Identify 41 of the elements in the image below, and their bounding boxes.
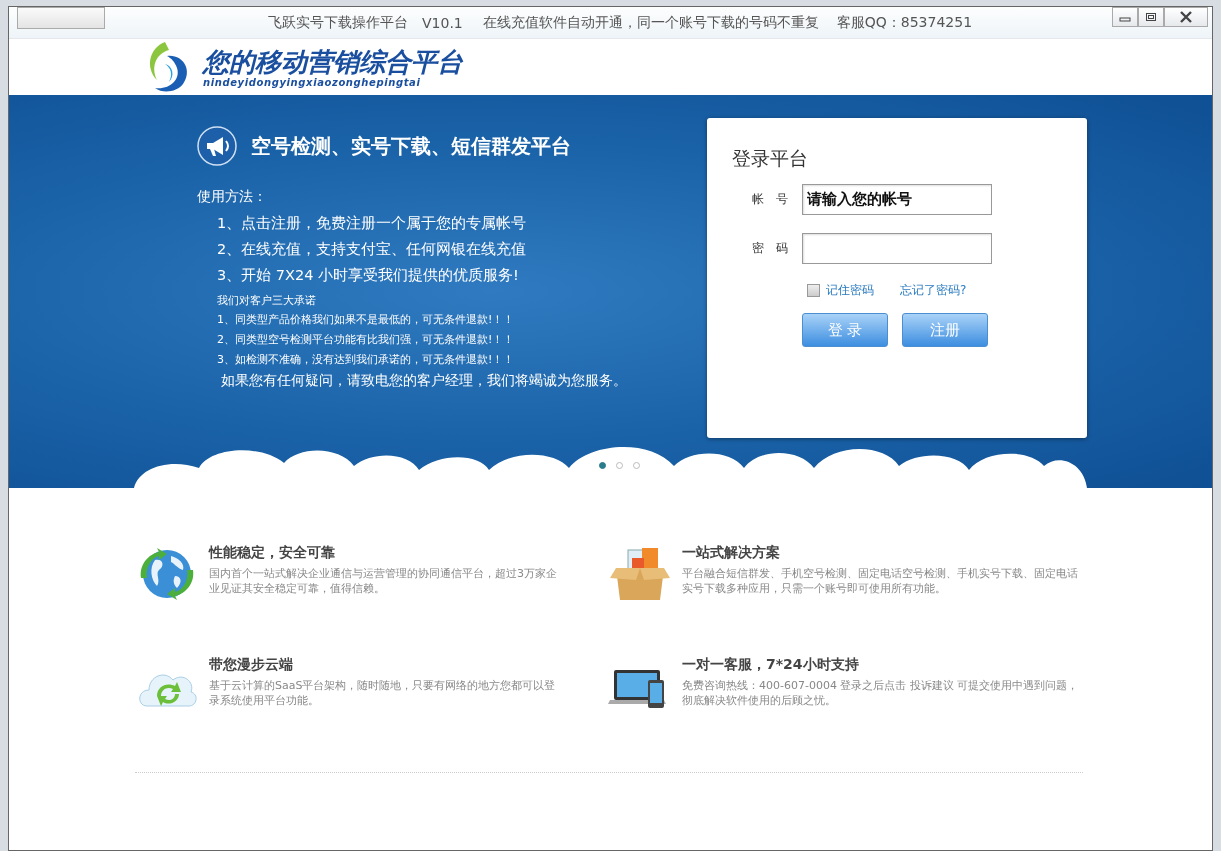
usage-step: 2、在线充值，支持支付宝、任何网银在线充值 xyxy=(217,236,627,262)
feature-title: 性能稳定，安全可靠 xyxy=(209,544,336,562)
field-label: 密 码 xyxy=(751,240,789,257)
restore-icon xyxy=(1145,12,1157,22)
account-field[interactable]: 请输入您的帐号 xyxy=(802,184,992,215)
field-label: 帐 号 xyxy=(751,191,789,208)
promise-item: 1、同类型产品价格我们如果不是最低的，可无条件退款!！！ xyxy=(217,312,516,328)
close-button[interactable] xyxy=(1164,7,1208,27)
feature-title: 一对一客服，7*24小时支持 xyxy=(682,656,860,674)
feature-description: 基于云计算的SaaS平台架构，随时随地，只要有网络的地方您都可以登录系统使用平台功能。 xyxy=(209,678,557,708)
menu-button[interactable] xyxy=(17,7,105,29)
carousel-dot[interactable] xyxy=(633,462,640,469)
usage-step: 3、开始 7X24 小时享受我们提供的优质服务! xyxy=(217,262,627,288)
feature-description: 免费咨询热线：400-607-0004 登录之后点击 投诉建议 可提交使用中遇到问题，彻底解决软件使用的后顾之忧。 xyxy=(682,678,1080,708)
version-label: V10.1 xyxy=(422,14,463,31)
promise-item: 3、如检测不准确，没有达到我们承诺的，可无条件退款!！！ xyxy=(217,352,516,368)
usage-title: 使用方法： xyxy=(197,188,268,206)
promise-title: 我们对客户三大承诺 xyxy=(217,293,317,309)
usage-step: 1、点击注册，免费注册一个属于您的专属帐号 xyxy=(217,210,627,236)
window-title: 飞跃实号下载操作平台 xyxy=(268,13,408,32)
support-text: 客服QQ：85374251 xyxy=(836,13,973,32)
remember-checkbox[interactable] xyxy=(807,284,820,297)
remember-label[interactable]: 记住密码 xyxy=(826,282,874,299)
banner-headline: 空号检测、实号下载、短信群发平台 xyxy=(251,132,571,160)
promise-item: 2、同类型空号检测平台功能有比我们强，可无条件退款!！！ xyxy=(217,332,516,348)
feature-description: 平台融合短信群发、手机空号检测、固定电话空号检测、手机实号下载、固定电话实号下载多种应用，只需一个账号即可使用所有功能。 xyxy=(682,566,1079,596)
forgot-password-link[interactable]: 忘记了密码? xyxy=(900,282,967,299)
notice-text: 在线充值软件自动开通，同一个账号下载的号码不重复 xyxy=(482,13,819,32)
carousel-dot[interactable] xyxy=(616,462,623,469)
closing-text: 如果您有任何疑问，请致电您的客户经理，我们将竭诚为您服务。 xyxy=(221,372,627,390)
feature-title: 一站式解决方案 xyxy=(682,544,781,562)
close-icon xyxy=(1179,11,1193,23)
maximize-button[interactable] xyxy=(1138,7,1164,27)
login-title: 登录平台 xyxy=(732,146,809,171)
megaphone-icon xyxy=(197,126,237,166)
password-field[interactable] xyxy=(802,233,992,264)
logo-title: 您的移动营销综合平台 xyxy=(203,46,463,77)
carousel-dot[interactable] xyxy=(599,462,606,469)
feature-description: 国内首个一站式解决企业通信与运营管理的协同通信平台，超过3万家企业见证其安全稳定可靠，值得信赖。 xyxy=(209,566,558,596)
feature-title: 带您漫步云端 xyxy=(209,656,294,674)
logo-subtitle: nindeyidongyingxiaozonghepingtai xyxy=(203,76,422,88)
